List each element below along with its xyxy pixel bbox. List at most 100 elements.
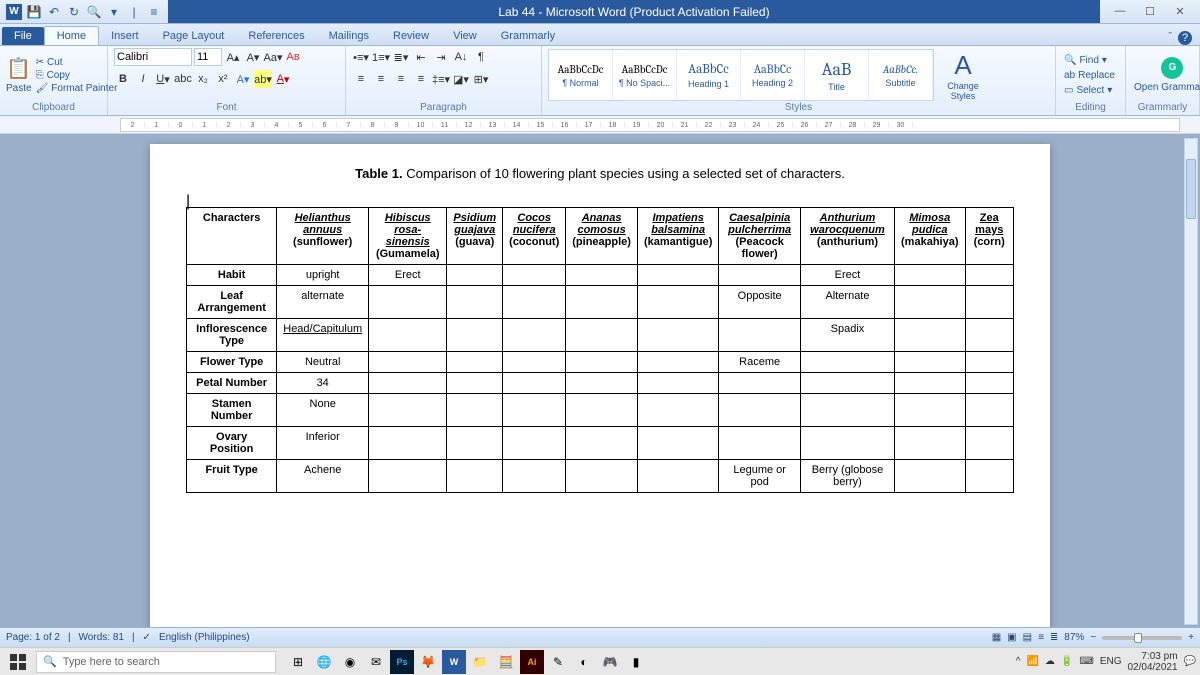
show-marks-button[interactable]: ¶ [472, 48, 490, 66]
cut-button[interactable]: ✂Cut [36, 57, 118, 68]
style-item[interactable]: AaBbCcHeading 2 [741, 50, 805, 100]
print-icon[interactable]: 🔍 [86, 4, 102, 20]
vertical-scrollbar[interactable] [1184, 138, 1198, 625]
change-case-button[interactable]: Aa▾ [264, 48, 282, 66]
start-button[interactable] [4, 650, 32, 674]
align-center-button[interactable]: ≡ [372, 70, 390, 88]
tab-home[interactable]: Home [44, 26, 99, 45]
qat-customize-icon[interactable]: ≡ [146, 4, 162, 20]
replace-button[interactable]: ab Replace [1062, 69, 1117, 82]
line-spacing-button[interactable]: ‡≡▾ [432, 70, 450, 88]
status-words[interactable]: Words: 81 [79, 632, 124, 643]
paste-icon[interactable]: 📋 [6, 56, 31, 81]
tab-mailings[interactable]: Mailings [317, 27, 381, 45]
keyboard-icon[interactable]: ⌨ [1079, 656, 1093, 667]
underline-button[interactable]: U▾ [154, 70, 172, 88]
chrome-icon[interactable]: ◉ [338, 650, 362, 674]
zoom-slider[interactable] [1102, 636, 1182, 640]
taskbar-search[interactable]: 🔍 Type here to search [36, 651, 276, 673]
zoom-in-button[interactable]: + [1188, 632, 1194, 643]
view-draft-icon[interactable]: ≣ [1050, 632, 1058, 643]
style-item[interactable]: AaBbCcDc¶ No Spaci... [613, 50, 677, 100]
redo-icon[interactable]: ↻ [66, 4, 82, 20]
italic-button[interactable]: I [134, 70, 152, 88]
align-left-button[interactable]: ≡ [352, 70, 370, 88]
numbering-button[interactable]: 1≡▾ [372, 48, 390, 66]
font-size-input[interactable] [194, 48, 222, 66]
tab-references[interactable]: References [236, 27, 316, 45]
view-print-layout-icon[interactable]: ▦ [992, 632, 1001, 643]
app-icon-4[interactable]: ▮ [624, 650, 648, 674]
maximize-button[interactable]: ☐ [1140, 5, 1160, 18]
style-item[interactable]: AaBbCc.Subtitle [869, 50, 933, 100]
view-fullscreen-icon[interactable]: ▣ [1007, 632, 1016, 643]
wifi-icon[interactable]: 📶 [1026, 656, 1038, 667]
grammarly-icon[interactable]: G [1161, 57, 1183, 79]
dec-indent-button[interactable]: ⇤ [412, 48, 430, 66]
illustrator-icon[interactable]: Ai [520, 650, 544, 674]
status-page[interactable]: Page: 1 of 2 [6, 632, 60, 643]
strike-button[interactable]: abc [174, 70, 192, 88]
notifications-icon[interactable]: 💬 [1184, 656, 1196, 667]
zoom-level[interactable]: 87% [1064, 632, 1084, 643]
view-web-icon[interactable]: ▤ [1023, 632, 1032, 643]
tab-grammarly[interactable]: Grammarly [489, 27, 567, 45]
mail-icon[interactable]: ✉ [364, 650, 388, 674]
app-icon-3[interactable]: 🎮 [598, 650, 622, 674]
tab-review[interactable]: Review [381, 27, 441, 45]
app-icon-2[interactable]: ◐ [572, 650, 596, 674]
font-color-button[interactable]: A▾ [274, 70, 292, 88]
edge-icon[interactable]: 🌐 [312, 650, 336, 674]
proofing-icon[interactable]: ✓ [143, 632, 151, 643]
tab-view[interactable]: View [441, 27, 489, 45]
task-view-icon[interactable]: ⊞ [286, 650, 310, 674]
open-grammarly-button[interactable]: Open Grammarly [1132, 81, 1200, 94]
style-item[interactable]: AaBTitle [805, 50, 869, 100]
save-icon[interactable]: 💾 [26, 4, 42, 20]
bold-button[interactable]: B [114, 70, 132, 88]
battery-icon[interactable]: 🔋 [1061, 656, 1073, 667]
subscript-button[interactable]: x₂ [194, 70, 212, 88]
borders-button[interactable]: ⊞▾ [472, 70, 490, 88]
status-language[interactable]: English (Philippines) [159, 632, 250, 643]
calculator-icon[interactable]: 🧮 [494, 650, 518, 674]
styles-gallery[interactable]: AaBbCcDc¶ NormalAaBbCcDc¶ No Spaci...AaB… [548, 49, 934, 101]
change-styles-button[interactable]: A Change Styles [938, 50, 988, 101]
app-icon-1[interactable]: ✎ [546, 650, 570, 674]
font-name-input[interactable] [114, 48, 192, 66]
ribbon-minimize-icon[interactable]: ˇ [1168, 31, 1172, 45]
minimize-button[interactable]: — [1110, 5, 1130, 18]
tray-expand-icon[interactable]: ^ [1016, 656, 1021, 667]
multilevel-button[interactable]: ≣▾ [392, 48, 410, 66]
grow-font-button[interactable]: A▴ [224, 48, 242, 66]
style-item[interactable]: AaBbCcHeading 1 [677, 50, 741, 100]
find-button[interactable]: 🔍 Find ▾ [1062, 54, 1117, 67]
clear-format-button[interactable]: Aʙ [284, 48, 302, 66]
inc-indent-button[interactable]: ⇥ [432, 48, 450, 66]
format-painter-button[interactable]: 🖌Format Painter [36, 83, 118, 94]
align-right-button[interactable]: ≡ [392, 70, 410, 88]
justify-button[interactable]: ≡ [412, 70, 430, 88]
paste-button[interactable]: Paste [6, 83, 32, 94]
zoom-out-button[interactable]: − [1090, 632, 1096, 643]
highlight-button[interactable]: ab▾ [254, 70, 272, 88]
undo-icon[interactable]: ↶ [46, 4, 62, 20]
sort-button[interactable]: A↓ [452, 48, 470, 66]
superscript-button[interactable]: x² [214, 70, 232, 88]
qat-more-icon[interactable]: ▾ [106, 4, 122, 20]
tab-page-layout[interactable]: Page Layout [151, 27, 237, 45]
document-area[interactable]: Table 1. Comparison of 10 flowering plan… [0, 134, 1200, 627]
select-button[interactable]: ▭ Select ▾ [1062, 84, 1117, 97]
scrollbar-thumb[interactable] [1186, 159, 1196, 219]
shading-button[interactable]: ◪▾ [452, 70, 470, 88]
horizontal-ruler[interactable]: 2101234567891011121314151617181920212223… [120, 118, 1180, 132]
cloud-icon[interactable]: ☁ [1045, 656, 1055, 667]
tab-insert[interactable]: Insert [99, 27, 151, 45]
word-task-icon[interactable]: W [442, 650, 466, 674]
help-icon[interactable]: ? [1178, 31, 1192, 45]
firefox-icon[interactable]: 🦊 [416, 650, 440, 674]
bullets-button[interactable]: •≡▾ [352, 48, 370, 66]
photoshop-icon[interactable]: Ps [390, 650, 414, 674]
text-effect-button[interactable]: A▾ [234, 70, 252, 88]
explorer-icon[interactable]: 📁 [468, 650, 492, 674]
